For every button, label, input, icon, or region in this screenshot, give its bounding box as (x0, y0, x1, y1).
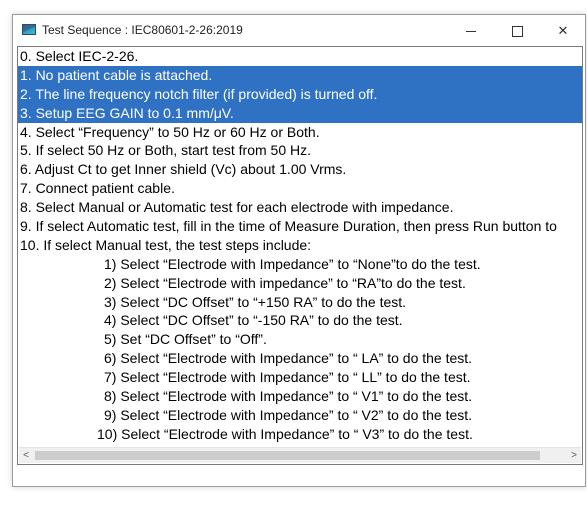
scrollbar-thumb[interactable] (35, 451, 540, 460)
list-item[interactable]: 7. Connect patient cable. (18, 179, 582, 198)
scroll-left-arrow[interactable]: < (19, 448, 33, 463)
list-item[interactable]: 8. Select Manual or Automatic test for e… (18, 198, 582, 217)
list-item[interactable]: 2. The line frequency notch filter (if p… (18, 84, 582, 104)
list-item[interactable]: 10) Select “Electrode with Impedance” to… (18, 425, 582, 444)
list-item[interactable]: 0. Select IEC-2-26. (18, 47, 582, 66)
list-item[interactable]: 10. If select Manual test, the test step… (18, 236, 582, 255)
list-item[interactable]: 1) Select “Electrode with Impedance” to … (18, 255, 582, 274)
list-item[interactable]: 5) Set “DC Offset” to “Off”. (18, 330, 582, 349)
list-lines: 0. Select IEC-2-26. 1. No patient cable i… (18, 47, 582, 464)
app-window-icon (22, 24, 36, 35)
page: Test Sequence : IEC80601-2-26:2019 ✕ 0. … (0, 0, 587, 513)
title-bar[interactable]: Test Sequence : IEC80601-2-26:2019 ✕ (13, 15, 585, 46)
list-item[interactable]: 4) Select “DC Offset” to “-150 RA” to do… (18, 311, 582, 330)
minimize-button[interactable] (448, 15, 494, 46)
minimize-icon (466, 31, 476, 33)
list-item[interactable]: 5. If select 50 Hz or Both, start test f… (18, 141, 582, 160)
list-item[interactable]: 8) Select “Electrode with Impedance” to … (18, 387, 582, 406)
test-sequence-window: Test Sequence : IEC80601-2-26:2019 ✕ 0. … (12, 14, 586, 487)
list-item[interactable]: 3. Setup EEG GAIN to 0.1 mm/μV. (18, 103, 582, 123)
list-item[interactable]: 6. Adjust Ct to get Inner shield (Vc) ab… (18, 160, 582, 179)
list-item[interactable]: 9) Select “Electrode with Impedance” to … (18, 406, 582, 425)
list-item[interactable]: 6) Select “Electrode with Impedance” to … (18, 349, 582, 368)
maximize-button[interactable] (494, 15, 540, 46)
test-sequence-list[interactable]: 0. Select IEC-2-26. 1. No patient cable i… (17, 46, 583, 465)
list-item[interactable]: 4. Select “Frequency” to 50 Hz or 60 Hz … (18, 123, 582, 142)
window-title: Test Sequence : IEC80601-2-26:2019 (42, 23, 243, 37)
close-icon: ✕ (557, 23, 569, 38)
list-item[interactable]: 9. If select Automatic test, fill in the… (18, 217, 582, 236)
list-item[interactable]: 7) Select “Electrode with Impedance” to … (18, 368, 582, 387)
list-item[interactable]: 2) Select “Electrode with impedance” to … (18, 274, 582, 293)
maximize-icon (511, 26, 523, 38)
list-item[interactable]: 3) Select “DC Offset” to “+150 RA” to do… (18, 293, 582, 312)
close-button[interactable]: ✕ (540, 15, 585, 46)
horizontal-scrollbar[interactable]: < > (19, 447, 581, 463)
scroll-right-arrow[interactable]: > (567, 448, 581, 463)
list-item[interactable]: 1. No patient cable is attached. (18, 65, 582, 85)
